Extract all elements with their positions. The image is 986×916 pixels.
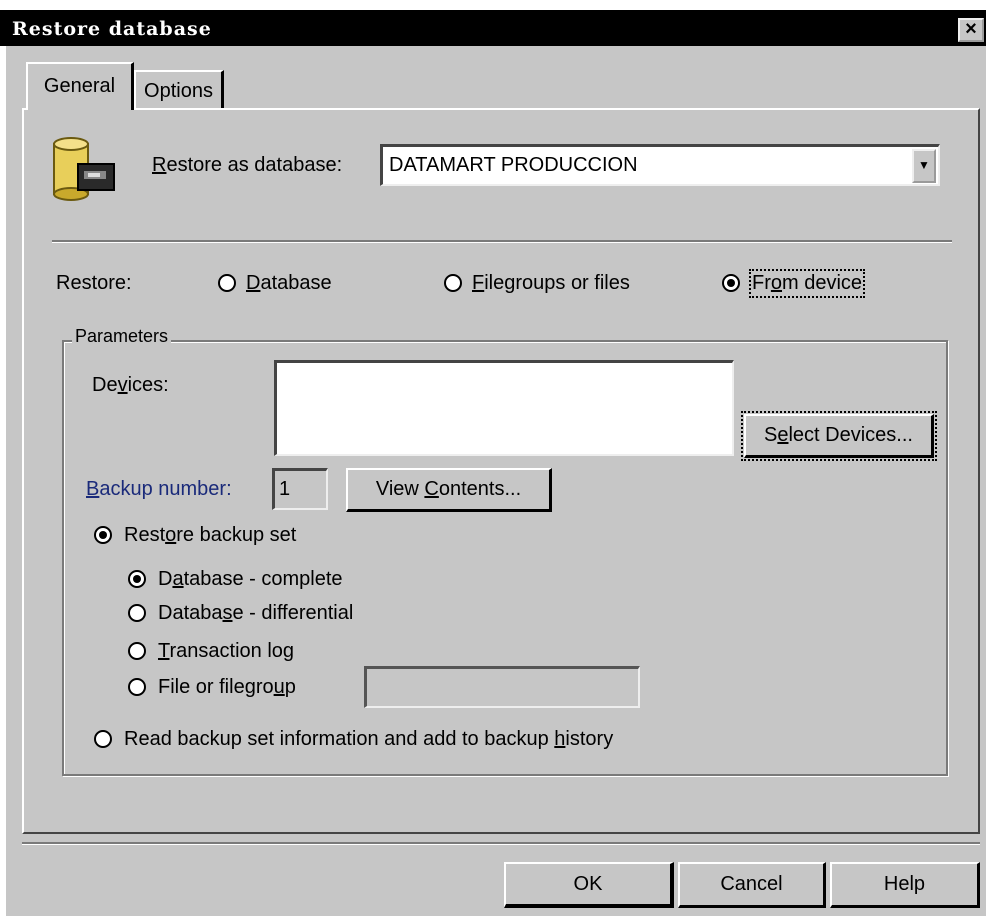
- restore-label: Restore:: [56, 272, 132, 294]
- cancel-button[interactable]: Cancel: [678, 862, 826, 908]
- radio-from-device[interactable]: [722, 274, 740, 292]
- restore-as-label-accel: R: [152, 154, 167, 176]
- chevron-down-icon: ▼: [918, 158, 930, 172]
- tab-general-label: General: [43, 75, 116, 97]
- database-complete-accel: a: [172, 568, 184, 590]
- tab-general[interactable]: General: [26, 62, 134, 110]
- restore-as-database-combo[interactable]: DATAMART PRODUCCION ▼: [380, 144, 940, 186]
- backup-number-input[interactable]: 1: [272, 468, 328, 510]
- backup-number-label: Backup number:: [86, 478, 232, 501]
- radio-filegroups-label[interactable]: Filegroups or files: [472, 272, 630, 295]
- database-icon: [50, 134, 120, 202]
- ok-button[interactable]: OK: [504, 862, 674, 908]
- file-or-filegroup-pre: File or filegro: [158, 676, 274, 698]
- backup-number-accel: B: [86, 478, 100, 500]
- read-backup-info-rest: istory: [565, 728, 614, 750]
- title-bar[interactable]: Restore database ×: [0, 10, 986, 46]
- database-differential-rest: e - differential: [232, 602, 354, 624]
- view-contents-accel: C: [424, 478, 439, 500]
- radio-file-or-filegroup[interactable]: [128, 678, 146, 696]
- cancel-button-label: Cancel: [720, 873, 783, 895]
- restore-backup-set-accel: o: [165, 524, 177, 546]
- radio-filegroups[interactable]: [444, 274, 462, 292]
- parameters-group-title: Parameters: [72, 326, 172, 347]
- backup-number-value: 1: [279, 478, 291, 500]
- radio-database-accel: D: [246, 272, 261, 294]
- radio-database[interactable]: [218, 274, 236, 292]
- read-backup-info-pre: Read backup set information and add to b…: [124, 728, 555, 750]
- select-devices-rest: lect Devices...: [788, 424, 913, 446]
- radio-filegroups-text: ilegroups or files: [484, 272, 630, 294]
- select-devices-accel: e: [777, 424, 789, 446]
- database-differential-pre: Databa: [158, 602, 223, 624]
- restore-as-label: Restore as database:: [152, 154, 342, 177]
- restore-backup-set-label[interactable]: Restore backup set: [124, 524, 296, 547]
- ok-button-label: OK: [573, 873, 603, 895]
- read-backup-info-label[interactable]: Read backup set information and add to b…: [124, 728, 613, 751]
- radio-from-device-accel: o: [770, 272, 783, 294]
- transaction-log-accel: T: [158, 640, 170, 662]
- database-complete-pre: D: [158, 568, 173, 590]
- backup-number-text: ackup number:: [99, 478, 232, 500]
- view-contents-rest: ontents...: [438, 478, 522, 500]
- radio-database-text: atabase: [260, 272, 332, 294]
- select-devices-button[interactable]: Select Devices...: [741, 411, 937, 461]
- radio-restore-backup-set[interactable]: [94, 526, 112, 544]
- radio-from-device-text-pre: Fr: [752, 272, 771, 294]
- radio-database-label[interactable]: Database: [246, 272, 332, 295]
- close-icon: ×: [965, 18, 977, 40]
- close-button[interactable]: ×: [958, 18, 984, 42]
- restore-as-database-value: DATAMART PRODUCCION: [389, 154, 638, 176]
- radio-transaction-log[interactable]: [128, 642, 146, 660]
- devices-label-pre: De: [92, 374, 118, 396]
- select-devices-pre: S: [764, 424, 778, 446]
- combo-dropdown-button[interactable]: ▼: [912, 149, 936, 183]
- database-differential-accel: s: [222, 602, 233, 624]
- help-button[interactable]: Help: [830, 862, 980, 908]
- devices-listbox[interactable]: [274, 360, 734, 456]
- file-or-filegroup-input[interactable]: [364, 666, 640, 708]
- transaction-log-rest: ransaction log: [169, 640, 295, 662]
- help-button-label: Help: [883, 873, 926, 895]
- restore-backup-set-rest: re backup set: [176, 524, 297, 546]
- footer-separator-highlight: [22, 844, 980, 845]
- window-title: Restore database: [12, 18, 212, 40]
- transaction-log-label[interactable]: Transaction log: [158, 640, 294, 663]
- radio-from-device-text: m device: [782, 272, 863, 294]
- radio-from-device-label[interactable]: From device: [748, 269, 866, 298]
- view-contents-button[interactable]: View Contents...: [346, 468, 552, 512]
- tab-options-label: Options: [144, 80, 213, 102]
- devices-label-accel: v: [117, 374, 128, 396]
- database-complete-rest: tabase - complete: [183, 568, 343, 590]
- restore-backup-set-pre: Rest: [124, 524, 166, 546]
- devices-label: Devices:: [92, 374, 169, 397]
- file-or-filegroup-accel: u: [273, 676, 285, 698]
- tab-options[interactable]: Options: [134, 70, 224, 108]
- separator-highlight: [52, 242, 952, 243]
- radio-filegroups-accel: F: [472, 272, 485, 294]
- database-differential-label[interactable]: Database - differential: [158, 602, 353, 625]
- database-complete-label[interactable]: Database - complete: [158, 568, 343, 591]
- view-contents-pre: View: [375, 478, 425, 500]
- read-backup-info-accel: h: [554, 728, 566, 750]
- radio-read-backup-info[interactable]: [94, 730, 112, 748]
- restore-as-label-text: estore as database:: [166, 154, 343, 176]
- radio-database-differential[interactable]: [128, 604, 146, 622]
- file-or-filegroup-rest: p: [284, 676, 296, 698]
- devices-label-rest: ices:: [127, 374, 169, 396]
- file-or-filegroup-label[interactable]: File or filegroup: [158, 676, 296, 699]
- radio-database-complete[interactable]: [128, 570, 146, 588]
